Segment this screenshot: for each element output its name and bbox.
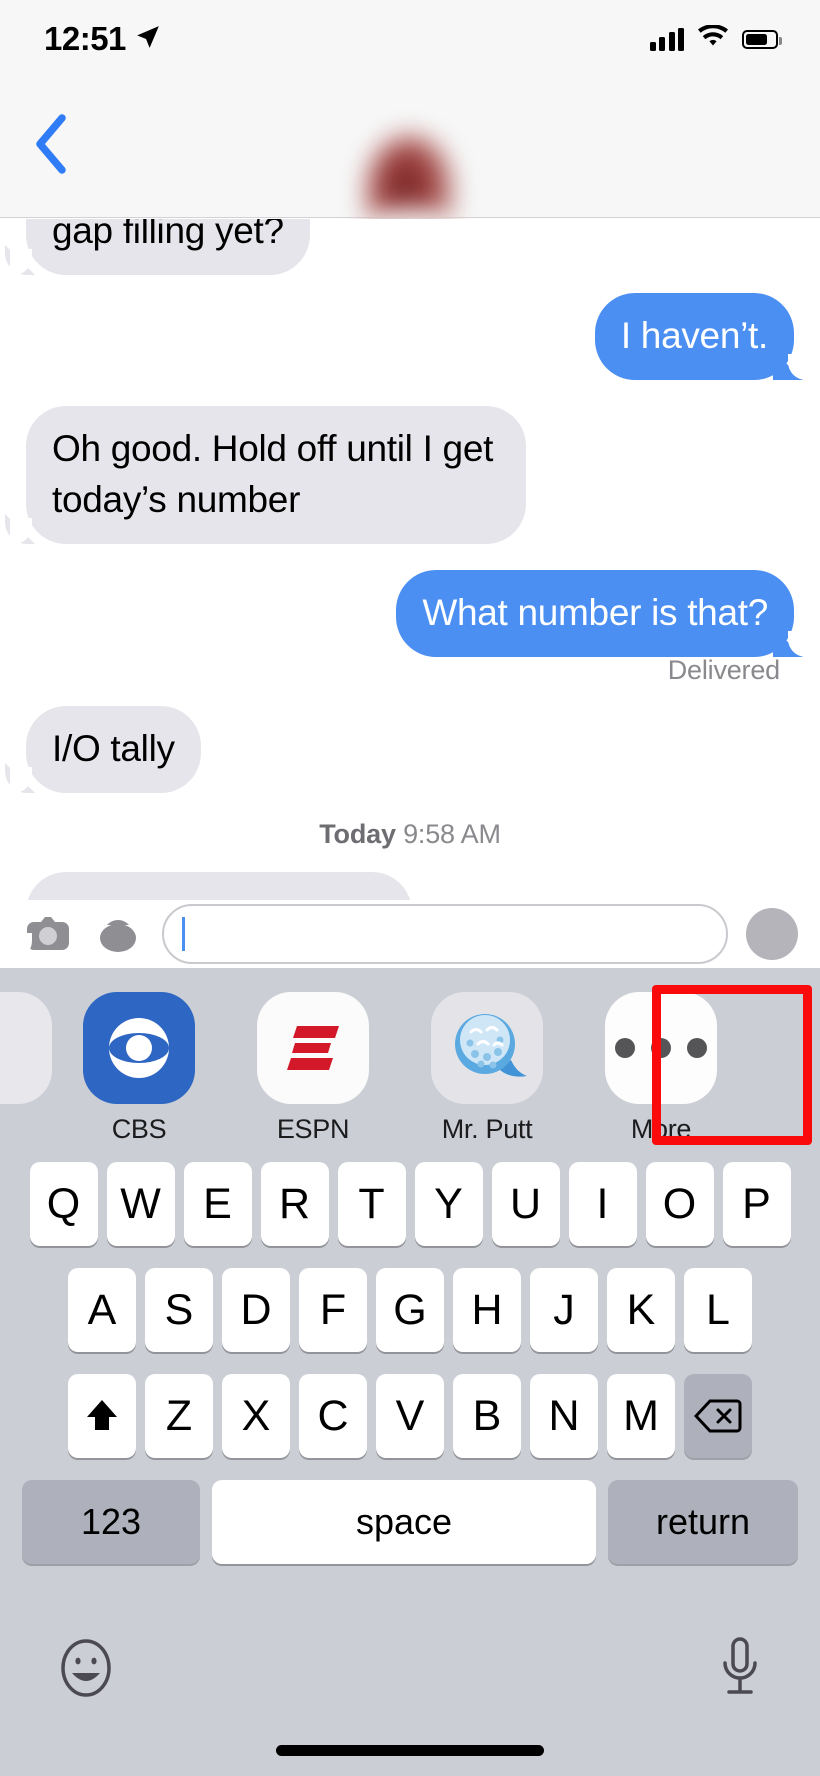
more-ellipsis-icon[interactable]: [605, 992, 717, 1104]
emoji-smiley-icon[interactable]: [56, 1637, 116, 1704]
message-row: gap filling yet?: [0, 219, 820, 275]
key-t[interactable]: T: [337, 1162, 406, 1246]
return-key[interactable]: return: [608, 1480, 798, 1564]
key-q[interactable]: Q: [29, 1162, 98, 1246]
status-bar: 12:51: [0, 0, 820, 78]
key-i[interactable]: I: [568, 1162, 637, 1246]
location-arrow-icon: [135, 24, 161, 55]
key-e[interactable]: E: [183, 1162, 252, 1246]
message-bubble-incoming[interactable]: I/O tally: [10, 706, 201, 793]
app-item-more[interactable]: More: [574, 992, 748, 1145]
iphone-screen: 12:51 gap filling yet? I haven’t. Oh goo…: [0, 0, 820, 1776]
ellipsis-dot: [615, 1038, 635, 1058]
back-chevron-icon[interactable]: [22, 108, 82, 180]
home-indicator[interactable]: [276, 1745, 544, 1756]
shift-arrow-icon[interactable]: [68, 1374, 136, 1458]
send-arrow-icon[interactable]: [746, 908, 798, 960]
status-bar-left: 12:51: [44, 20, 161, 58]
app-label-mr-putt: Mr. Putt: [441, 1114, 533, 1144]
delivery-status: Delivered: [667, 655, 780, 685]
ellipsis-dot: [687, 1038, 707, 1058]
key-g[interactable]: G: [376, 1268, 444, 1352]
message-bubble-outgoing[interactable]: I haven’t.: [594, 293, 811, 380]
app-label-cbs: CBS: [111, 1114, 167, 1144]
keyboard-row-4: 123 space return: [0, 1480, 820, 1564]
key-h[interactable]: H: [453, 1268, 521, 1352]
key-j[interactable]: J: [530, 1268, 598, 1352]
conversation-nav-bar: [0, 78, 820, 269]
message-text-input[interactable]: [162, 904, 728, 964]
message-bubble-incoming[interactable]: Oh good. Hold off until I get today’s nu…: [10, 406, 526, 544]
message-row: I haven’t.: [0, 293, 820, 380]
message-bubble-incoming[interactable]: gap filling yet?: [10, 219, 310, 275]
microphone-icon[interactable]: [716, 1635, 764, 1706]
keyboard-row-3: Z X C V B N M: [0, 1374, 820, 1458]
key-v[interactable]: V: [376, 1374, 444, 1458]
backspace-delete-icon[interactable]: [684, 1374, 752, 1458]
message-row: What number is that?: [0, 570, 820, 657]
key-u[interactable]: U: [491, 1162, 560, 1246]
key-z[interactable]: Z: [145, 1374, 213, 1458]
app-label-more: More: [630, 1114, 692, 1144]
keyboard-row-2: A S D F G H J K L: [0, 1268, 820, 1352]
partial-app-icon[interactable]: [0, 992, 52, 1104]
imessage-app-drawer[interactable]: CBS ESPN Mr. Putt More: [0, 968, 820, 1148]
mr-putt-golfball-icon[interactable]: [431, 992, 543, 1104]
app-item-cbs[interactable]: CBS: [52, 992, 226, 1145]
key-r[interactable]: R: [260, 1162, 329, 1246]
status-bar-right: [649, 23, 782, 54]
numbers-key[interactable]: 123: [22, 1480, 200, 1564]
key-c[interactable]: C: [299, 1374, 367, 1458]
key-m[interactable]: M: [607, 1374, 675, 1458]
message-input-bar[interactable]: [0, 900, 820, 968]
battery-icon: [742, 29, 782, 49]
app-item-mr-putt[interactable]: Mr. Putt: [400, 992, 574, 1145]
app-item-partial-left[interactable]: [0, 992, 52, 1104]
onscreen-keyboard[interactable]: Q W E R T Y U I O P A S D F G H J K L Z …: [0, 1148, 820, 1776]
key-l[interactable]: L: [684, 1268, 752, 1352]
message-bubble-outgoing[interactable]: What number is that?: [396, 570, 810, 657]
key-p[interactable]: P: [722, 1162, 791, 1246]
ellipsis-dot: [651, 1038, 671, 1058]
key-a[interactable]: A: [68, 1268, 136, 1352]
message-row: I/O tally: [0, 706, 820, 793]
timestamp-day: Today: [319, 819, 396, 849]
key-s[interactable]: S: [145, 1268, 213, 1352]
message-row: Oh good. Hold off until I get today’s nu…: [0, 406, 820, 544]
thread-timestamp: Today 9:58 AM: [0, 819, 820, 850]
timestamp-time: 9:58 AM: [403, 819, 501, 849]
cbs-eye-icon[interactable]: [83, 992, 195, 1104]
app-store-icon[interactable]: [92, 908, 144, 960]
key-f[interactable]: F: [299, 1268, 367, 1352]
espn-e-icon[interactable]: [257, 992, 369, 1104]
key-y[interactable]: Y: [414, 1162, 483, 1246]
wifi-icon: [697, 23, 729, 54]
key-b[interactable]: B: [453, 1374, 521, 1458]
key-d[interactable]: D: [222, 1268, 290, 1352]
key-k[interactable]: K: [607, 1268, 675, 1352]
text-cursor: [182, 917, 185, 951]
message-thread[interactable]: gap filling yet? I haven’t. Oh good. Hol…: [0, 219, 820, 968]
key-w[interactable]: W: [106, 1162, 175, 1246]
keyboard-row-1: Q W E R T Y U I O P: [0, 1162, 820, 1246]
space-key[interactable]: space: [212, 1480, 596, 1564]
cellular-bars-icon: [649, 27, 684, 51]
key-n[interactable]: N: [530, 1374, 598, 1458]
app-item-espn[interactable]: ESPN: [226, 992, 400, 1145]
key-x[interactable]: X: [222, 1374, 290, 1458]
key-o[interactable]: O: [645, 1162, 714, 1246]
app-label-espn: ESPN: [276, 1114, 350, 1144]
app-drawer-strip: CBS ESPN Mr. Putt More: [0, 992, 820, 1145]
status-bar-clock: 12:51: [44, 20, 126, 57]
